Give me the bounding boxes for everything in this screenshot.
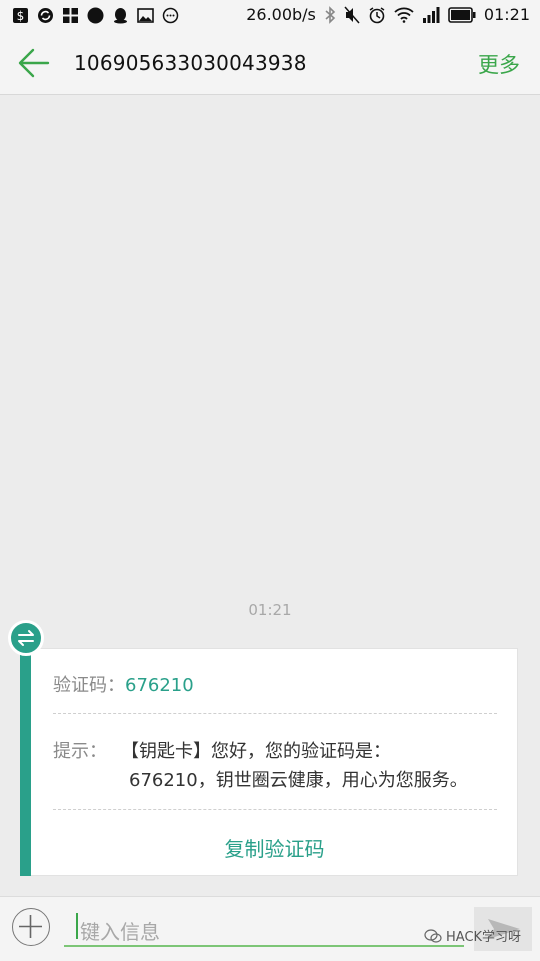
message-timestamp: 01:21 (248, 601, 292, 619)
watermark: HACK学习呀 (424, 926, 521, 945)
tip-line-1: 【钥匙卡】您好，您的验证码是： (121, 741, 391, 762)
copy-code-button[interactable]: 复制验证码 (31, 833, 518, 862)
qq-icon (114, 8, 127, 24)
app-bar: 106905633030043938 更多 (0, 32, 540, 95)
tip-label: 提示： (53, 741, 107, 762)
code-label: 验证码： (53, 675, 125, 696)
battery-icon (448, 6, 476, 23)
watermark-text: HACK学习呀 (446, 930, 522, 945)
notification-icon: $ (13, 8, 28, 23)
code-value[interactable]: 676210 (125, 675, 194, 696)
message-input[interactable]: 键入信息 (64, 911, 464, 947)
card-accent-bar (20, 648, 31, 876)
alarm-icon (369, 6, 385, 23)
status-right: 26.00b/s 01:21 (246, 5, 530, 24)
sender-number: 106905633030043938 (74, 51, 307, 75)
message-icon (162, 7, 179, 24)
message-input-placeholder: 键入信息 (80, 920, 160, 944)
apps-icon (63, 8, 78, 23)
network-speed: 26.00b/s (246, 5, 316, 24)
divider (53, 713, 497, 714)
more-button[interactable]: 更多 (478, 49, 520, 79)
add-attachment-button[interactable] (12, 908, 50, 946)
text-caret (76, 913, 78, 939)
dot-icon (87, 7, 104, 24)
status-bar: $ 26.00b/s 01:21 (0, 0, 540, 32)
card-body: 验证码：676210 提示： 【钥匙卡】您好，您的验证码是： 676210，钥世… (31, 648, 518, 876)
verification-card: 验证码：676210 提示： 【钥匙卡】您好，您的验证码是： 676210，钥世… (20, 648, 519, 876)
mute-icon (344, 6, 360, 23)
status-left-icons: $ (12, 7, 179, 24)
wechat-icon (424, 928, 442, 943)
swap-icon (8, 620, 44, 656)
code-row: 验证码：676210 (53, 671, 194, 697)
wifi-icon (394, 7, 414, 23)
tip-line-2: 676210，钥世圈云健康，用心为您服务。 (129, 770, 468, 791)
back-arrow-icon[interactable] (16, 46, 52, 80)
clock: 01:21 (483, 5, 530, 24)
divider (53, 809, 497, 810)
plus-icon (19, 915, 42, 938)
sync-icon (38, 8, 53, 23)
image-icon (137, 8, 154, 23)
bluetooth-icon (325, 5, 336, 24)
tip-text: 【钥匙卡】您好，您的验证码是： 676210，钥世圈云健康，用心为您服务。 (121, 737, 499, 795)
signal-icon (422, 6, 440, 23)
svg-text:$: $ (17, 9, 25, 23)
